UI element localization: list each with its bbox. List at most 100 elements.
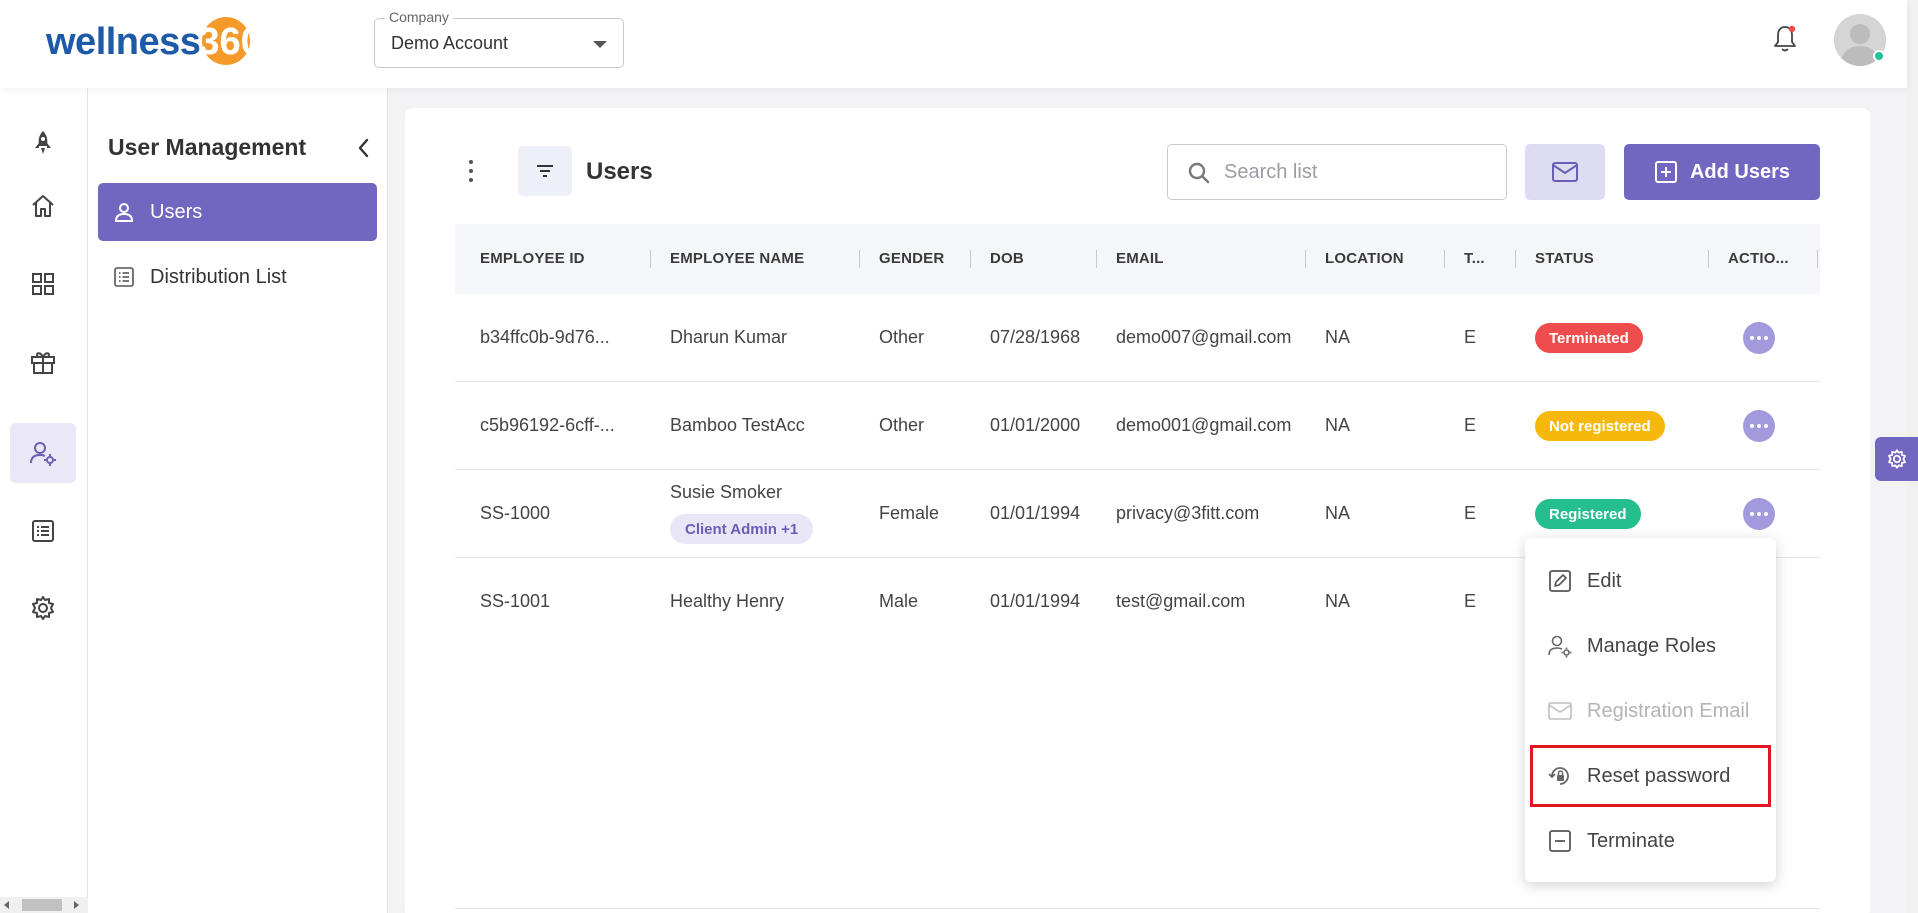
rail-home[interactable] xyxy=(10,176,76,236)
menu-item-edit[interactable]: Edit xyxy=(1525,549,1776,613)
column-header-location[interactable]: LOCATION xyxy=(1325,250,1404,267)
table-bottom-border xyxy=(455,908,1820,909)
cell-dob: 01/01/1994 xyxy=(990,503,1081,523)
cell-type: E xyxy=(1464,503,1477,523)
cell-employee-id: b34ffc0b-9d76... xyxy=(480,327,610,347)
role-chip[interactable]: Client Admin +1 xyxy=(670,514,814,544)
status-badge: Not registered xyxy=(1535,411,1665,441)
cell-employee-name: Bamboo TestAcc xyxy=(670,415,805,435)
cell-type: E xyxy=(1464,415,1477,435)
cell-gender: Male xyxy=(879,591,919,611)
search-input[interactable] xyxy=(1224,157,1494,187)
cell-type: E xyxy=(1464,327,1477,347)
column-header-employee-name[interactable]: EMPLOYEE NAME xyxy=(670,250,804,267)
horizontal-scrollbar[interactable] xyxy=(0,897,88,913)
column-divider[interactable] xyxy=(1708,250,1709,268)
column-divider[interactable] xyxy=(1817,250,1818,268)
wellness360-logo[interactable]: wellness 360 xyxy=(46,14,262,70)
home-icon xyxy=(32,195,54,217)
column-header-employee-id[interactable]: EMPLOYEE ID xyxy=(480,250,585,267)
table-row[interactable]: b34ffc0b-9d76... Dharun Kumar Other 07/2… xyxy=(455,294,1820,382)
top-bar: wellness 360 Company Demo Account xyxy=(0,0,1907,88)
logo-number-text: 360 xyxy=(198,20,262,63)
row-actions-button[interactable] xyxy=(1743,410,1775,442)
filter-button[interactable] xyxy=(518,146,572,196)
column-divider[interactable] xyxy=(1305,250,1306,268)
subnav-item-users[interactable]: Users xyxy=(98,183,377,241)
subnav-item-distribution-list[interactable]: Distribution List xyxy=(98,248,377,306)
search-box[interactable] xyxy=(1167,144,1507,200)
logo-number: 360 xyxy=(198,16,262,65)
bell-icon[interactable] xyxy=(1772,24,1798,54)
menu-item-reset-password[interactable]: Reset password xyxy=(1529,744,1772,808)
column-divider[interactable] xyxy=(650,250,651,268)
company-value: Demo Account xyxy=(391,33,509,53)
column-divider[interactable] xyxy=(1444,250,1445,268)
menu-item-label: Reset password xyxy=(1587,764,1731,787)
cell-gender: Other xyxy=(879,327,925,347)
filter-icon xyxy=(537,165,553,177)
rocket-icon xyxy=(35,131,51,154)
rail-settings[interactable] xyxy=(10,578,76,638)
gear-icon xyxy=(1887,449,1906,469)
subnav-item-label: Distribution List xyxy=(150,265,287,288)
table-row[interactable]: c5b96192-6cff-... Bamboo TestAcc Other 0… xyxy=(455,382,1820,470)
rail-rocket[interactable] xyxy=(10,113,76,173)
mail-icon xyxy=(1552,162,1578,182)
column-header-email[interactable]: EMAIL xyxy=(1116,250,1164,267)
chevron-left-icon[interactable] xyxy=(350,134,378,162)
column-header-status[interactable]: STATUS xyxy=(1535,250,1594,267)
rail-list[interactable] xyxy=(10,501,76,561)
online-status-dot xyxy=(1873,50,1885,62)
cell-dob: 01/01/1994 xyxy=(990,591,1081,611)
scroll-thumb[interactable] xyxy=(22,899,62,911)
company-select[interactable]: Company Demo Account xyxy=(374,9,624,68)
cell-gender: Female xyxy=(879,503,940,523)
cell-email: demo007@gmail.com xyxy=(1116,327,1292,347)
row-actions-button[interactable] xyxy=(1743,322,1775,354)
menu-item-terminate[interactable]: Terminate xyxy=(1525,809,1776,873)
row-actions-button[interactable] xyxy=(1743,498,1775,530)
cell-employee-id: SS-1000 xyxy=(480,503,551,523)
rail-user-management[interactable] xyxy=(10,423,76,483)
company-label: Company xyxy=(385,9,453,25)
column-divider[interactable] xyxy=(859,250,860,268)
chevron-down-icon xyxy=(593,41,607,48)
cell-type: E xyxy=(1464,591,1477,611)
menu-item-label: Terminate xyxy=(1587,829,1675,852)
column-divider[interactable] xyxy=(1515,250,1516,268)
column-header-dob[interactable]: DOB xyxy=(990,250,1024,267)
scroll-left-arrow[interactable] xyxy=(4,901,9,909)
table-header: EMPLOYEE ID EMPLOYEE NAME GENDER DOB EMA… xyxy=(455,224,1820,294)
cell-employee-id: SS-1001 xyxy=(480,591,551,611)
menu-item-manage-roles[interactable]: Manage Roles xyxy=(1525,614,1776,678)
column-header-type[interactable]: T... xyxy=(1464,250,1485,267)
cell-email: privacy@3fitt.com xyxy=(1116,503,1260,523)
column-header-actions[interactable]: ACTIO... xyxy=(1728,250,1789,267)
rail-gift[interactable] xyxy=(10,332,76,392)
column-divider[interactable] xyxy=(970,250,971,268)
floating-settings-button[interactable] xyxy=(1875,437,1918,481)
cell-location: NA xyxy=(1325,503,1351,523)
cell-dob: 01/01/2000 xyxy=(990,415,1081,435)
status-badge: Registered xyxy=(1535,499,1641,529)
plus-box-icon xyxy=(1654,161,1677,183)
menu-item-registration-email: Registration Email xyxy=(1525,679,1776,743)
cell-email: test@gmail.com xyxy=(1116,591,1246,611)
column-header-gender[interactable]: GENDER xyxy=(879,250,944,267)
add-users-button[interactable]: Add Users xyxy=(1624,144,1820,200)
rail-dashboard[interactable] xyxy=(10,254,76,314)
scroll-right-arrow[interactable] xyxy=(74,901,79,909)
cell-dob: 07/28/1968 xyxy=(990,327,1081,347)
menu-item-label: Manage Roles xyxy=(1587,634,1716,657)
add-users-label: Add Users xyxy=(1689,160,1791,183)
menu-item-label: Registration Email xyxy=(1587,699,1750,722)
gear-icon xyxy=(32,596,54,620)
minus-box-icon xyxy=(1549,830,1571,852)
subnav-title: User Management xyxy=(108,134,307,160)
mail-icon xyxy=(1548,702,1572,720)
column-divider[interactable] xyxy=(1096,250,1097,268)
dashboard-icon xyxy=(32,273,54,295)
email-button[interactable] xyxy=(1525,144,1605,200)
more-vertical-icon[interactable] xyxy=(467,160,475,182)
